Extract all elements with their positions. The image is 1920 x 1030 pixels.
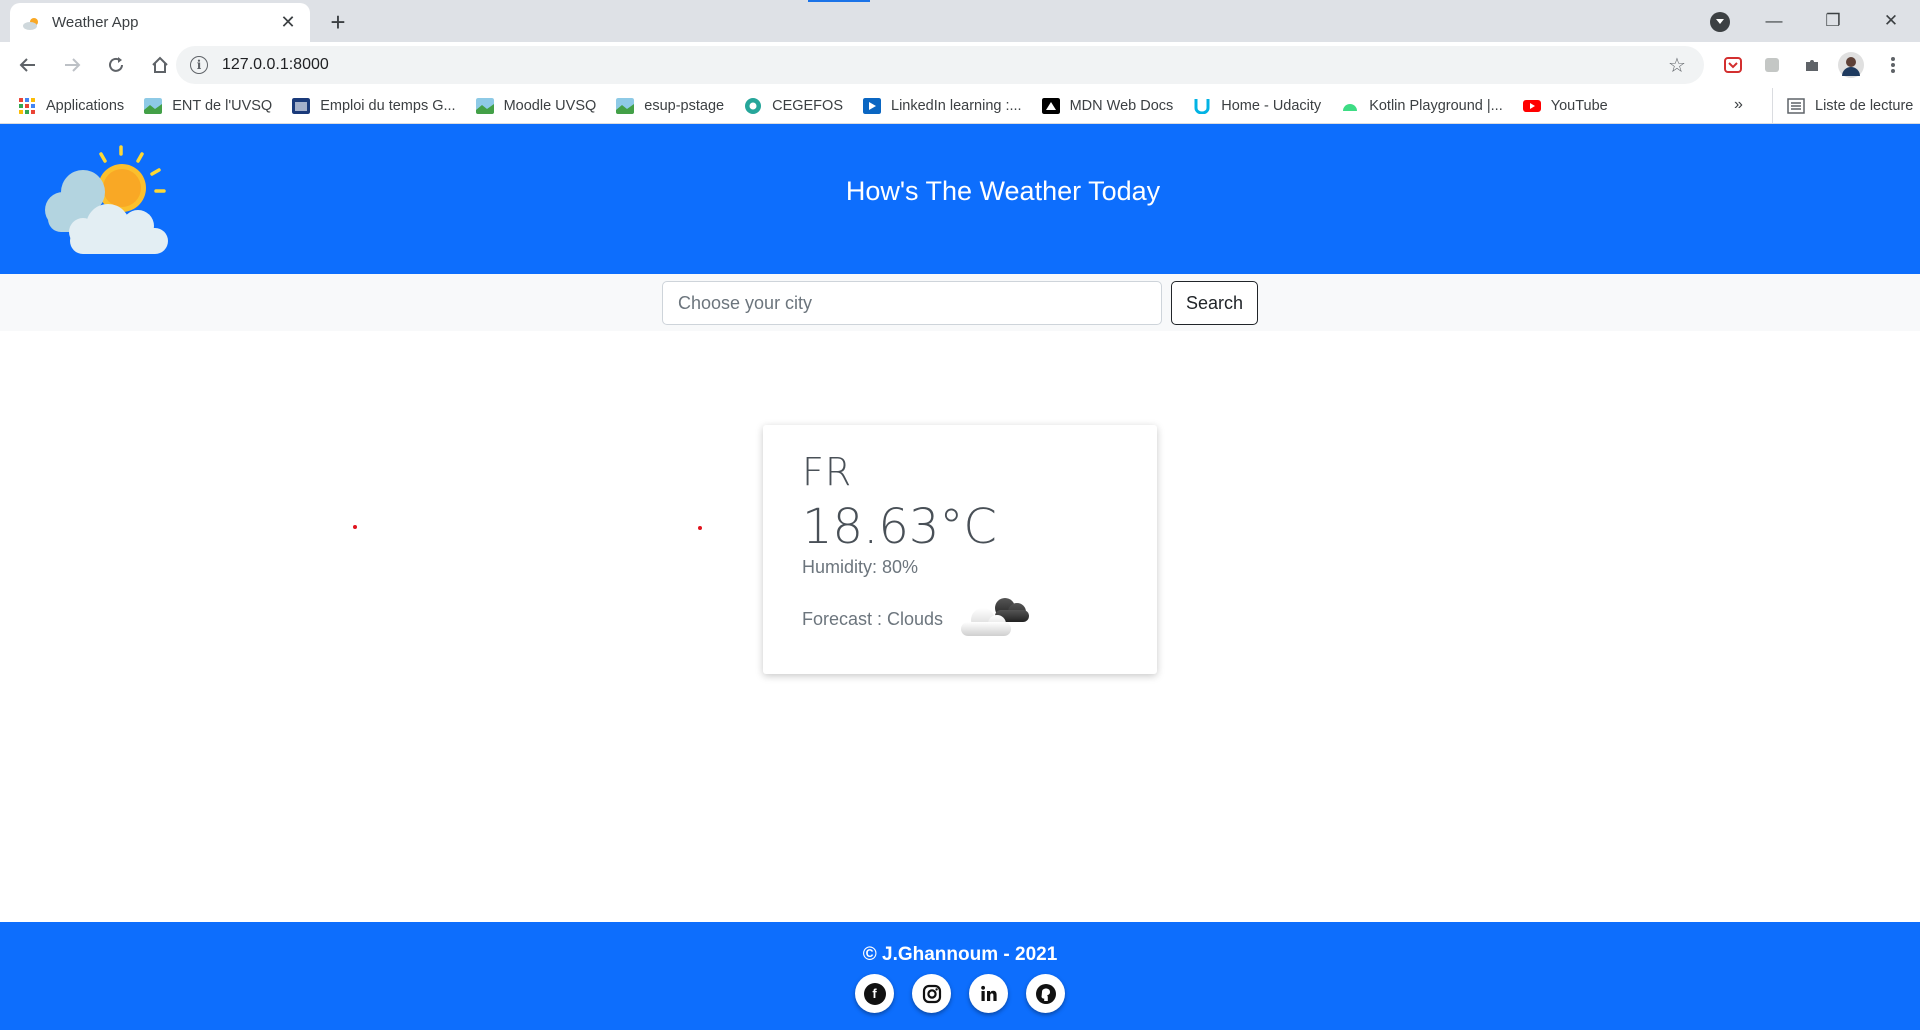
red-dot-marker bbox=[698, 526, 702, 530]
bookmark-kotlin-playground[interactable]: Kotlin Playground |... bbox=[1341, 98, 1503, 114]
bookmark-label: Emploi du temps G... bbox=[320, 97, 456, 114]
bookmark-label: Applications bbox=[46, 97, 125, 114]
restore-button[interactable]: ❐ bbox=[1804, 0, 1862, 42]
browser-tab-weather-app[interactable]: Weather App ✕ bbox=[10, 3, 310, 42]
reading-list-label: Liste de lecture bbox=[1815, 98, 1914, 114]
url-text: 127.0.0.1:8000 bbox=[222, 56, 329, 73]
bookmarks-bar: Applications ENT de l'UVSQ Emploi du tem… bbox=[0, 88, 1920, 124]
pocket-extension-icon[interactable] bbox=[1720, 52, 1746, 78]
linkedin-icon bbox=[980, 985, 997, 1001]
arrow-right-icon bbox=[65, 58, 81, 72]
bookmark-label: MDN Web Docs bbox=[1069, 97, 1174, 114]
bookmark-youtube[interactable]: YouTube bbox=[1522, 97, 1608, 114]
extension-icon[interactable] bbox=[1759, 52, 1785, 78]
humidity: Humidity: 80% bbox=[802, 557, 919, 577]
tab-indicator bbox=[808, 0, 870, 2]
facebook-icon: f bbox=[863, 982, 886, 1005]
landscape-icon bbox=[144, 97, 163, 114]
page-title: How's The Weather Today bbox=[845, 176, 1161, 206]
github-icon bbox=[1035, 983, 1056, 1004]
site-header: How's The Weather Today bbox=[0, 124, 1920, 274]
bookmark-esup-pstage[interactable]: esup-pstage bbox=[616, 97, 725, 114]
reading-list-icon bbox=[1787, 98, 1805, 114]
bookmark-cegefos[interactable]: CEGEFOS bbox=[744, 97, 843, 114]
bookmark-label: Home - Udacity bbox=[1221, 97, 1322, 114]
apps-grid-icon bbox=[19, 97, 35, 114]
bookmark-label: esup-pstage bbox=[644, 97, 725, 114]
clouds-icon bbox=[961, 598, 1029, 636]
instagram-icon bbox=[922, 984, 941, 1003]
tab-close-icon[interactable]: ✕ bbox=[278, 12, 298, 33]
browser-tabstrip: Weather App ✕ + — ❐ ✕ bbox=[0, 0, 1920, 42]
forward-button[interactable] bbox=[52, 45, 92, 85]
reload-icon bbox=[109, 57, 123, 72]
bookmark-udacity[interactable]: Home - Udacity bbox=[1193, 98, 1321, 114]
temperature: 18.63°C bbox=[802, 499, 997, 555]
copyright-text: © J.Ghannoum - 2021 bbox=[862, 944, 1058, 965]
arrow-left-icon bbox=[19, 58, 35, 72]
browser-menu-icon[interactable] bbox=[1880, 52, 1906, 78]
search-button[interactable]: Search bbox=[1171, 281, 1258, 325]
bookmark-moodle-uvsq[interactable]: Moodle UVSQ bbox=[475, 97, 597, 114]
more-bookmarks-button[interactable]: » bbox=[1734, 96, 1743, 114]
tab-search-button[interactable] bbox=[1710, 12, 1730, 32]
youtube-icon bbox=[1522, 99, 1541, 112]
cegefos-icon bbox=[745, 97, 762, 114]
extensions-puzzle-icon[interactable] bbox=[1799, 52, 1825, 78]
new-tab-button[interactable]: + bbox=[322, 6, 354, 38]
reload-button[interactable] bbox=[96, 45, 136, 85]
tab-title: Weather App bbox=[52, 14, 139, 31]
chevron-down-icon bbox=[1716, 19, 1724, 24]
forecast: Forecast : Clouds bbox=[802, 609, 944, 629]
mdn-icon bbox=[1041, 97, 1060, 114]
close-window-button[interactable]: ✕ bbox=[1862, 0, 1920, 42]
weather-card: FR 18.63°C Humidity: 80% Forecast : Clou… bbox=[763, 425, 1157, 674]
bookmark-mdn-web-docs[interactable]: MDN Web Docs bbox=[1041, 97, 1174, 114]
bookmark-label: Moodle UVSQ bbox=[503, 97, 597, 114]
avatar[interactable] bbox=[1838, 52, 1864, 78]
landscape-icon bbox=[475, 97, 494, 114]
back-button[interactable] bbox=[8, 45, 48, 85]
bookmark-emploi-du-temps[interactable]: Emploi du temps G... bbox=[292, 97, 456, 114]
bookmark-label: LinkedIn learning :... bbox=[891, 97, 1022, 114]
reading-list-button[interactable]: Liste de lecture bbox=[1772, 88, 1913, 124]
site-footer: © J.Ghannoum - 2021 f bbox=[0, 922, 1920, 1030]
city-search-input[interactable] bbox=[662, 281, 1162, 325]
android-icon bbox=[1343, 103, 1358, 111]
address-bar[interactable]: i 127.0.0.1:8000 ☆ bbox=[176, 46, 1704, 84]
browser-toolbar: i 127.0.0.1:8000 ☆ bbox=[0, 42, 1920, 88]
country-code: FR bbox=[802, 450, 853, 494]
bookmark-linkedin-learning[interactable]: LinkedIn learning :... bbox=[863, 97, 1022, 114]
social-links: f bbox=[855, 974, 1065, 1013]
calendar-icon bbox=[292, 97, 311, 114]
play-icon bbox=[863, 97, 881, 114]
weather-favicon-icon bbox=[23, 17, 38, 30]
bookmark-label: Kotlin Playground |... bbox=[1369, 97, 1503, 114]
udacity-icon bbox=[1194, 98, 1210, 114]
bookmark-star-icon[interactable]: ☆ bbox=[1668, 53, 1690, 78]
site-info-icon[interactable]: i bbox=[190, 56, 208, 74]
bookmark-applications[interactable]: Applications bbox=[18, 97, 125, 114]
home-icon bbox=[152, 56, 168, 73]
github-link[interactable] bbox=[1026, 974, 1065, 1013]
bookmark-label: ENT de l'UVSQ bbox=[172, 97, 273, 114]
bookmark-ent-uvsq[interactable]: ENT de l'UVSQ bbox=[144, 97, 273, 114]
bookmark-label: CEGEFOS bbox=[772, 97, 843, 114]
landscape-icon bbox=[616, 97, 635, 114]
minimize-button[interactable]: — bbox=[1745, 0, 1803, 42]
bookmark-label: YouTube bbox=[1550, 97, 1608, 114]
red-dot-marker bbox=[353, 525, 357, 529]
search-form: Search bbox=[0, 274, 1920, 331]
linkedin-link[interactable] bbox=[969, 974, 1008, 1013]
instagram-link[interactable] bbox=[912, 974, 951, 1013]
home-button[interactable] bbox=[140, 45, 180, 85]
facebook-link[interactable]: f bbox=[855, 974, 894, 1013]
